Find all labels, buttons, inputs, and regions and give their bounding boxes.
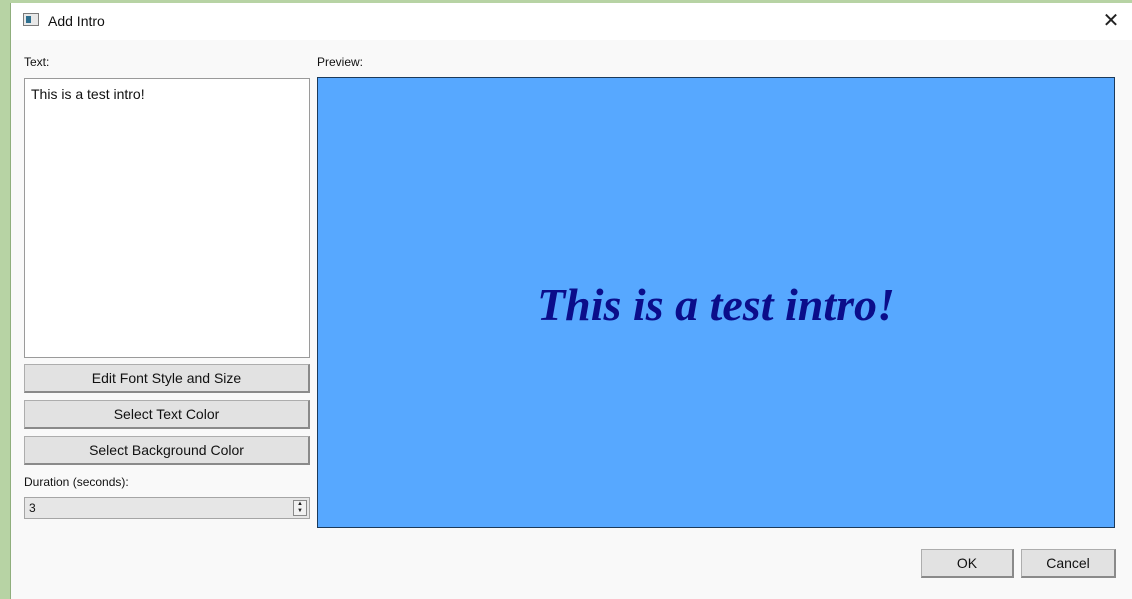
add-intro-dialog: Add Intro ✕ Text: This is a test intro! … bbox=[10, 3, 1132, 599]
duration-spinbox[interactable]: 3 ▲ ▼ bbox=[24, 497, 310, 519]
edit-font-button[interactable]: Edit Font Style and Size bbox=[24, 364, 310, 393]
preview-pane: This is a test intro! bbox=[317, 77, 1115, 528]
intro-text-input[interactable]: This is a test intro! bbox=[24, 78, 310, 358]
close-button[interactable]: ✕ bbox=[1096, 7, 1126, 35]
duration-label: Duration (seconds): bbox=[24, 475, 129, 489]
duration-value[interactable]: 3 bbox=[29, 501, 36, 515]
ok-button[interactable]: OK bbox=[921, 549, 1014, 578]
window-app-icon bbox=[23, 13, 39, 26]
select-background-color-button[interactable]: Select Background Color bbox=[24, 436, 310, 465]
select-text-color-button[interactable]: Select Text Color bbox=[24, 400, 310, 429]
window-title: Add Intro bbox=[48, 13, 105, 29]
preview-label: Preview: bbox=[317, 55, 364, 69]
title-bar: Add Intro ✕ bbox=[11, 3, 1132, 40]
cancel-button[interactable]: Cancel bbox=[1021, 549, 1116, 578]
spin-up-icon[interactable]: ▲ bbox=[294, 501, 306, 508]
spin-buttons[interactable]: ▲ ▼ bbox=[293, 500, 307, 516]
preview-text: This is a test intro! bbox=[537, 279, 895, 330]
spin-down-icon[interactable]: ▼ bbox=[294, 508, 306, 515]
text-label: Text: bbox=[24, 55, 50, 69]
window-app-icon-pane bbox=[26, 16, 31, 23]
